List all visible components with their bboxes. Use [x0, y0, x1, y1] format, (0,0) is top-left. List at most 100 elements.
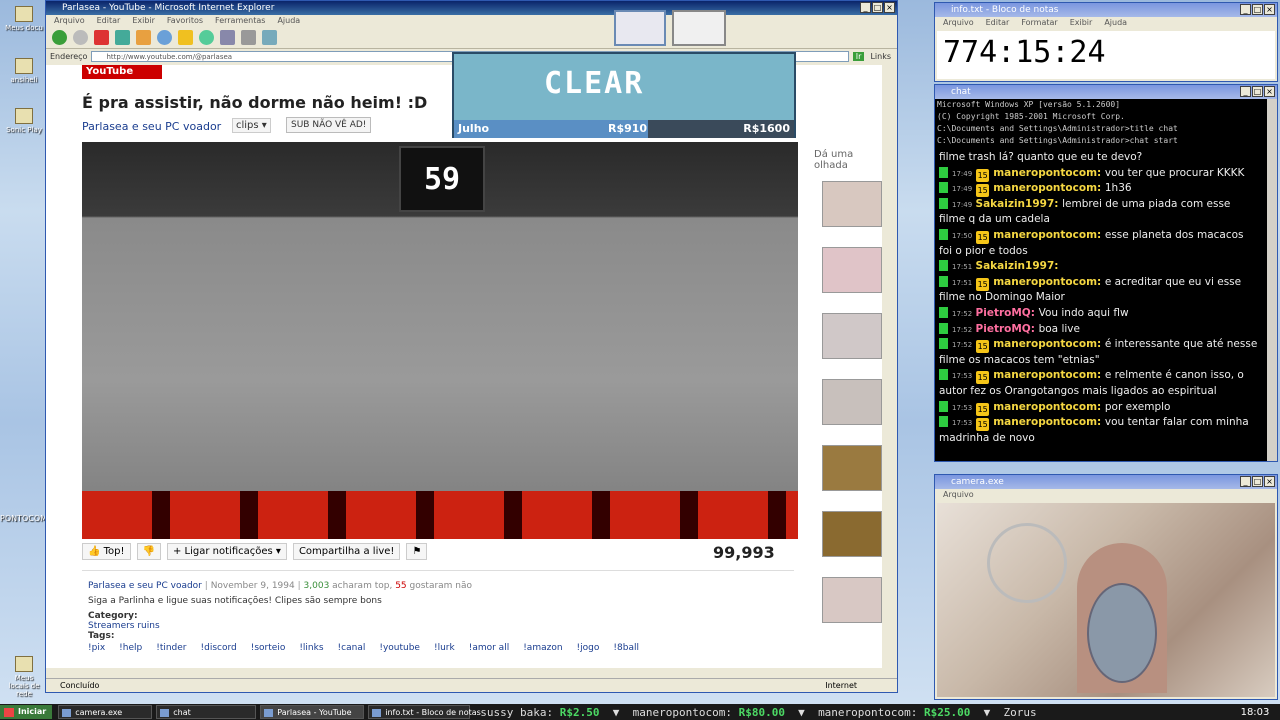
flag-icon[interactable]: ⚑: [406, 543, 428, 560]
tag-link[interactable]: !tinder: [156, 643, 186, 653]
close-button[interactable]: ×: [884, 2, 895, 13]
maximize-button[interactable]: □: [872, 2, 883, 13]
share-button[interactable]: Compartilha a live!: [292, 543, 401, 560]
task-youtube[interactable]: Parlasea - YouTube: [260, 705, 365, 719]
related-video-thumb[interactable]: [822, 247, 882, 293]
task-camera[interactable]: camera.exe: [58, 705, 153, 719]
tag-link[interactable]: !amazon: [523, 643, 562, 653]
tag-link[interactable]: !8ball: [613, 643, 639, 653]
moderator-badge-icon: [939, 416, 948, 428]
tag-link[interactable]: !pix: [88, 643, 105, 653]
refresh-icon[interactable]: [115, 30, 130, 45]
chat-titlebar[interactable]: chat _ □ ×: [935, 85, 1277, 99]
chat-username[interactable]: maneropontocom:: [993, 369, 1105, 381]
related-videos: [822, 181, 882, 643]
menu-editar[interactable]: Editar: [97, 15, 121, 27]
chat-scrollbar[interactable]: [1267, 99, 1277, 461]
notify-button[interactable]: + Ligar notificações ▾: [166, 543, 287, 560]
forward-icon[interactable]: [73, 30, 88, 45]
desktop-icon-ansiheli[interactable]: ansiheli: [4, 58, 44, 84]
minimize-button[interactable]: _: [1240, 86, 1251, 97]
clips-dropdown[interactable]: clips ▾: [232, 118, 271, 133]
chat-username[interactable]: PietroMQ:: [976, 307, 1039, 319]
task-chat[interactable]: chat: [156, 705, 257, 719]
chat-username[interactable]: maneropontocom:: [993, 167, 1105, 179]
close-button[interactable]: ×: [1264, 476, 1275, 487]
moderator-badge-icon: [939, 338, 948, 350]
maximize-button[interactable]: □: [1252, 476, 1263, 487]
video-player[interactable]: 59: [82, 142, 798, 539]
chat-username[interactable]: maneropontocom:: [993, 416, 1105, 428]
search-icon[interactable]: [157, 30, 172, 45]
start-button[interactable]: Iniciar: [0, 705, 53, 719]
goal-bar: Julho R$910 R$1600: [454, 120, 794, 138]
back-icon[interactable]: [52, 30, 67, 45]
like-button[interactable]: 👍 Top!: [82, 543, 131, 560]
minimize-button[interactable]: _: [860, 2, 871, 13]
history-icon[interactable]: [199, 30, 214, 45]
tag-link[interactable]: !lurk: [434, 643, 455, 653]
notepad-titlebar[interactable]: info.txt - Bloco de notas _ □ ×: [935, 3, 1277, 17]
chat-username[interactable]: maneropontocom:: [993, 338, 1105, 350]
print-icon[interactable]: [241, 30, 256, 45]
chat-text: filme trash lá? quanto que eu te devo?: [939, 151, 1143, 163]
task-notepad[interactable]: info.txt - Bloco de notas: [368, 705, 481, 719]
related-video-thumb[interactable]: [822, 313, 882, 359]
close-button[interactable]: ×: [1264, 4, 1275, 15]
home-icon[interactable]: [136, 30, 151, 45]
chat-message: 17:51 Sakaizin1997:: [939, 260, 1058, 272]
channel-link[interactable]: Parlasea e seu PC voador: [82, 120, 221, 133]
dislike-button[interactable]: 👎: [136, 543, 161, 560]
tag-link[interactable]: !amor all: [469, 643, 509, 653]
related-video-thumb[interactable]: [822, 511, 882, 557]
mail-icon[interactable]: [220, 30, 235, 45]
desktop-icon-sonic[interactable]: Sonic Play: [4, 108, 44, 134]
maximize-button[interactable]: □: [1252, 86, 1263, 97]
category-link[interactable]: Streamers ruins: [88, 621, 788, 631]
chat-username[interactable]: Sakaizin1997:: [976, 260, 1059, 272]
desktop-icon-my-docs[interactable]: Meus docu: [4, 6, 44, 32]
related-video-thumb[interactable]: [822, 181, 882, 227]
notepad-content[interactable]: 774:15:24: [937, 31, 1275, 79]
sub-badge: 15: [976, 402, 990, 416]
menu-arquivo[interactable]: Arquivo: [54, 15, 85, 27]
stop-icon[interactable]: [94, 30, 109, 45]
edit-icon[interactable]: [262, 30, 277, 45]
links-button[interactable]: Links: [870, 52, 891, 61]
maximize-button[interactable]: □: [1252, 4, 1263, 15]
ie-titlebar[interactable]: Parlasea - YouTube - Microsoft Internet …: [46, 1, 897, 15]
chat-username[interactable]: maneropontocom:: [993, 401, 1105, 413]
donation-goal-overlay: CLEAR Julho R$910 R$1600: [452, 52, 796, 138]
chat-username[interactable]: maneropontocom:: [993, 276, 1105, 288]
camera-titlebar[interactable]: camera.exe _ □ ×: [935, 475, 1277, 489]
chat-username[interactable]: Sakaizin1997:: [976, 198, 1063, 210]
tag-link[interactable]: !jogo: [577, 643, 600, 653]
chat-text: vou tentar falar com minha: [1104, 416, 1249, 429]
menu-exibir[interactable]: Exibir: [132, 15, 155, 27]
tag-link[interactable]: !discord: [201, 643, 237, 653]
tag-link[interactable]: !help: [119, 643, 142, 653]
related-video-thumb[interactable]: [822, 379, 882, 425]
minimize-button[interactable]: _: [1240, 476, 1251, 487]
related-video-thumb[interactable]: [822, 577, 882, 623]
close-button[interactable]: ×: [1264, 86, 1275, 97]
menu-favoritos[interactable]: Favoritos: [167, 15, 203, 27]
minimize-button[interactable]: _: [1240, 4, 1251, 15]
menu-ajuda[interactable]: Ajuda: [277, 15, 300, 27]
tag-link[interactable]: !canal: [338, 643, 366, 653]
chat-username[interactable]: PietroMQ:: [976, 323, 1039, 335]
favorites-icon[interactable]: [178, 30, 193, 45]
subscribe-button[interactable]: SUB NÃO VÊ AD!: [286, 117, 372, 133]
chat-username[interactable]: maneropontocom:: [993, 182, 1105, 194]
tag-link[interactable]: !links: [299, 643, 323, 653]
menu-ferramentas[interactable]: Ferramentas: [215, 15, 265, 27]
tag-link[interactable]: !sorteio: [251, 643, 286, 653]
tag-link[interactable]: !youtube: [379, 643, 420, 653]
chat-time: 17:49: [952, 185, 973, 194]
related-video-thumb[interactable]: [822, 445, 882, 491]
chat-username[interactable]: maneropontocom:: [993, 229, 1105, 241]
desc-channel-link[interactable]: Parlasea e seu PC voador: [88, 581, 202, 591]
youtube-logo[interactable]: YouTube: [82, 65, 162, 79]
go-button[interactable]: Ir: [852, 51, 865, 61]
desktop-icon-network[interactable]: Meus locais de rede: [4, 656, 44, 698]
